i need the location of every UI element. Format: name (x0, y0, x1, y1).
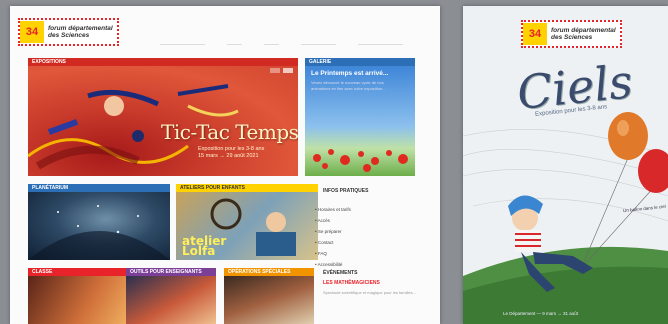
site-logo[interactable]: 34 forum départemental des Sciences (18, 18, 119, 46)
planetarium-header: PLANÉTARIUM (28, 184, 170, 192)
nav-item[interactable]: ——————— (301, 42, 336, 48)
infos-item[interactable]: • Accessibilité (315, 259, 351, 270)
infos-item[interactable]: • FAQ (315, 248, 351, 259)
atelier-header: ATELIERS POUR ENFANTS (176, 184, 318, 192)
dome-art (28, 205, 170, 260)
promo-title: Le Printemps est arrivé... (311, 70, 389, 77)
operations-image (224, 276, 314, 324)
nav-item[interactable]: ————————— (160, 42, 205, 48)
outils-header: OUTILS POUR ENSEIGNANTS (126, 268, 216, 276)
nav-item[interactable]: ——— (227, 42, 242, 48)
printemps-promo[interactable]: GALERIE Le Printemps est arrivé... Venez… (305, 58, 415, 176)
classe-header: CLASSE (28, 268, 128, 276)
exhibition-subtitle: Exposition pour les 3-8 ans 15 mars → 29… (198, 146, 265, 159)
poster-illustration (463, 112, 668, 324)
operations-tile[interactable]: OPÉRATIONS SPÉCIALES (224, 268, 314, 324)
nav-item[interactable]: ——— (264, 42, 279, 48)
events-title: ÉVÉNEMENTS (323, 270, 358, 276)
planetarium-tile[interactable]: PLANÉTARIUM (28, 184, 170, 260)
infos-title: INFOS PRATIQUES (323, 188, 369, 194)
expositions-banner[interactable]: EXPOSITIONS Tic-Tac Temps Exposition pou… (28, 58, 298, 176)
classe-tile[interactable]: CLASSE (28, 268, 128, 324)
promo-header: GALERIE (305, 58, 415, 66)
planetarium-image (28, 192, 170, 260)
poster-bottom-caption: Le Département — 9 mars → 31 août (503, 311, 579, 316)
expositions-header: EXPOSITIONS (28, 58, 298, 66)
infos-item[interactable]: • Se préparer (315, 226, 351, 237)
atelier-overlay: atelier Lolfa (182, 234, 227, 258)
atelier-tile[interactable]: ATELIERS POUR ENFANTS atelier Lolfa (176, 184, 318, 260)
nav-item[interactable]: ————————— (358, 42, 403, 48)
events-text: Spectacle scientifique et magique pour l… (323, 290, 416, 295)
ciels-poster: 34 forum départemental des Sciences Ciel… (463, 6, 668, 324)
infos-list: • Horaires et tarifs • Accès • Se prépar… (315, 204, 351, 270)
main-nav: ————————— ——— ——— ——————— ————————— (160, 42, 403, 48)
logo-mark: 34 (20, 21, 44, 43)
logo-text: forum départemental des Sciences (48, 25, 113, 39)
promo-text: Venez découvrir le nouveau cycle de nos … (311, 80, 386, 91)
infos-item[interactable]: • Contact (315, 237, 351, 248)
exhibition-title: Tic-Tac Temps (161, 120, 298, 144)
infos-item[interactable]: • Accès (315, 215, 351, 226)
infos-item[interactable]: • Horaires et tarifs (315, 204, 351, 215)
outils-tile[interactable]: OUTILS POUR ENSEIGNANTS (126, 268, 216, 324)
classe-image (28, 276, 128, 324)
website-page: 34 forum départemental des Sciences ————… (10, 6, 440, 324)
events-subtitle[interactable]: LES MATHÉMAGICIENS (323, 280, 380, 286)
outils-image (126, 276, 216, 324)
operations-header: OPÉRATIONS SPÉCIALES (224, 268, 314, 276)
